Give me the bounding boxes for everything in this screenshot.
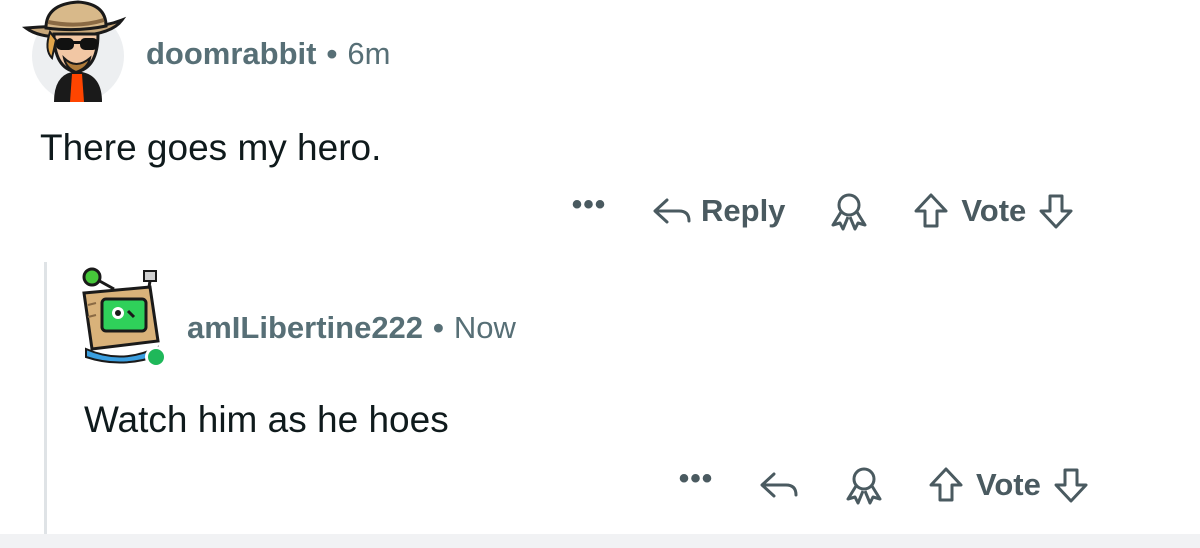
username-link[interactable]: doomrabbit bbox=[146, 36, 317, 71]
comment: doomrabbit • 6m There goes my hero. ••• Re… bbox=[0, 0, 1200, 250]
reply-label: Reply bbox=[701, 193, 786, 228]
more-dots-icon: ••• bbox=[678, 462, 714, 495]
comment-meta: doomrabbit • 6m bbox=[146, 36, 390, 72]
downvote-arrow-icon[interactable] bbox=[1053, 466, 1089, 504]
reply-icon bbox=[653, 198, 691, 224]
award-icon bbox=[846, 467, 882, 505]
timestamp: 6m bbox=[347, 36, 391, 71]
more-options-button[interactable]: ••• bbox=[565, 190, 613, 221]
vote-control: Vote bbox=[913, 192, 1074, 230]
upvote-arrow-icon[interactable] bbox=[913, 192, 949, 230]
downvote-arrow-icon[interactable] bbox=[1038, 192, 1074, 230]
user-avatar[interactable] bbox=[21, 0, 127, 102]
comment-body: There goes my hero. bbox=[40, 127, 382, 168]
comment-meta: amILibertine222 • Now bbox=[187, 310, 516, 346]
reply-button[interactable]: Reply bbox=[651, 193, 785, 229]
comment-body: Watch him as he hoes bbox=[84, 399, 449, 440]
award-icon bbox=[831, 193, 867, 231]
comment-actions: ••• Reply Vote bbox=[565, 186, 1074, 236]
award-button[interactable] bbox=[827, 191, 871, 231]
timestamp: Now bbox=[453, 310, 516, 345]
more-options-button[interactable]: ••• bbox=[672, 464, 720, 495]
meta-separator: • bbox=[326, 36, 338, 71]
box-robot-avatar-icon bbox=[82, 267, 167, 368]
meta-separator: • bbox=[433, 310, 444, 345]
footer-divider bbox=[0, 534, 1200, 548]
cowboy-sunglasses-avatar-icon bbox=[21, 0, 127, 102]
upvote-arrow-icon[interactable] bbox=[928, 466, 964, 504]
reply-button[interactable] bbox=[758, 468, 800, 502]
more-dots-icon: ••• bbox=[571, 188, 607, 221]
vote-count: Vote bbox=[976, 467, 1041, 502]
comment-thread: doomrabbit • 6m There goes my hero. ••• Re… bbox=[0, 0, 1200, 548]
vote-control: Vote bbox=[928, 466, 1089, 504]
username-link[interactable]: amILibertine222 bbox=[187, 310, 423, 345]
comment-actions: ••• Vote bbox=[672, 460, 1089, 510]
user-avatar[interactable] bbox=[78, 265, 167, 368]
vote-count: Vote bbox=[961, 193, 1027, 228]
reply-icon bbox=[760, 472, 798, 498]
award-button[interactable] bbox=[842, 465, 886, 505]
